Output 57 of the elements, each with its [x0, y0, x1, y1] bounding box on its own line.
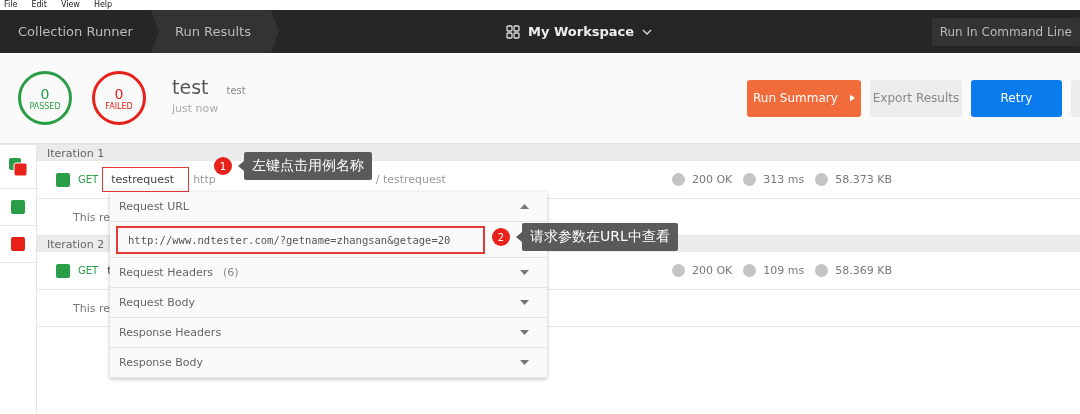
caret-down-icon — [520, 270, 529, 275]
run-name: test — [172, 75, 209, 98]
request-message: This re — [73, 301, 111, 315]
tooltip-pointer-icon — [238, 161, 244, 171]
iteration-title: Iteration 2 — [47, 237, 105, 251]
breadcrumb-tab[interactable]: Run Results — [150, 10, 279, 53]
request-path: / testrequest — [375, 173, 446, 186]
caret-down-icon — [520, 300, 529, 305]
section-header[interactable]: Response Headers — [110, 318, 547, 348]
response-time: 109 ms — [763, 264, 805, 277]
caret-up-icon — [520, 204, 529, 209]
dot-icon — [743, 173, 757, 186]
status-square-icon[interactable] — [11, 237, 25, 251]
step-number-badge: 1 — [214, 157, 232, 175]
response-size: 58.369 KB — [835, 264, 892, 277]
failed-counter: 0 FAILED — [92, 71, 146, 125]
caret-down-icon — [520, 330, 529, 335]
request-method: GET — [78, 174, 99, 185]
request-name[interactable]: testrequest — [102, 167, 190, 192]
workspace-dropdown[interactable]: My Workspace — [506, 24, 653, 39]
passed-counter: 0 PASSED — [18, 71, 72, 125]
dot-icon — [671, 173, 685, 186]
status-square-icon[interactable] — [11, 200, 25, 214]
mixed-status-icon[interactable] — [9, 157, 27, 176]
dot-icon — [815, 173, 829, 186]
response-size: 58.373 KB — [835, 173, 892, 186]
response-time: 313 ms — [763, 173, 805, 186]
menu-item[interactable]: View — [60, 0, 80, 10]
section-header[interactable]: Request URL — [110, 192, 547, 222]
run-in-command-line-button[interactable]: Run In Command Line — [931, 17, 1080, 46]
play-icon — [849, 94, 855, 102]
status-code: 200 OK — [691, 173, 733, 186]
grid-icon — [506, 24, 520, 39]
dot-icon — [671, 264, 685, 277]
request-method: GET — [78, 265, 99, 276]
tooltip-pointer-icon — [516, 232, 522, 242]
menu-item[interactable]: Help — [93, 0, 113, 10]
dot-icon — [815, 264, 829, 277]
request-url: http — [193, 173, 216, 186]
section-header[interactable]: Request Body — [110, 288, 547, 318]
status-code: 200 OK — [691, 264, 733, 277]
section-header[interactable]: Response Body — [110, 348, 547, 378]
run-time: just now — [172, 101, 220, 115]
caret-down-icon — [520, 360, 529, 365]
dot-icon — [743, 264, 757, 277]
annotation-tooltip: 左键点击用例名称 — [244, 152, 372, 180]
retry-button[interactable]: Retry — [971, 79, 1062, 117]
iteration-title: Iteration 1 — [47, 146, 105, 160]
menu-item[interactable]: Edit — [31, 0, 47, 10]
section-header[interactable]: Request Headers (6) — [110, 258, 547, 288]
url-value: http://www.ndtester.com/?getname=zhangsan&getage=20 — [116, 225, 485, 254]
menu-item[interactable]: File — [4, 0, 18, 10]
chevron-down-icon — [642, 28, 653, 35]
breadcrumb-tab[interactable]: Collection Runner — [0, 10, 151, 53]
annotation-tooltip: 请求参数在URL中查看 — [522, 223, 678, 251]
request-message: This re — [73, 210, 111, 224]
environment-name: test — [226, 84, 246, 96]
